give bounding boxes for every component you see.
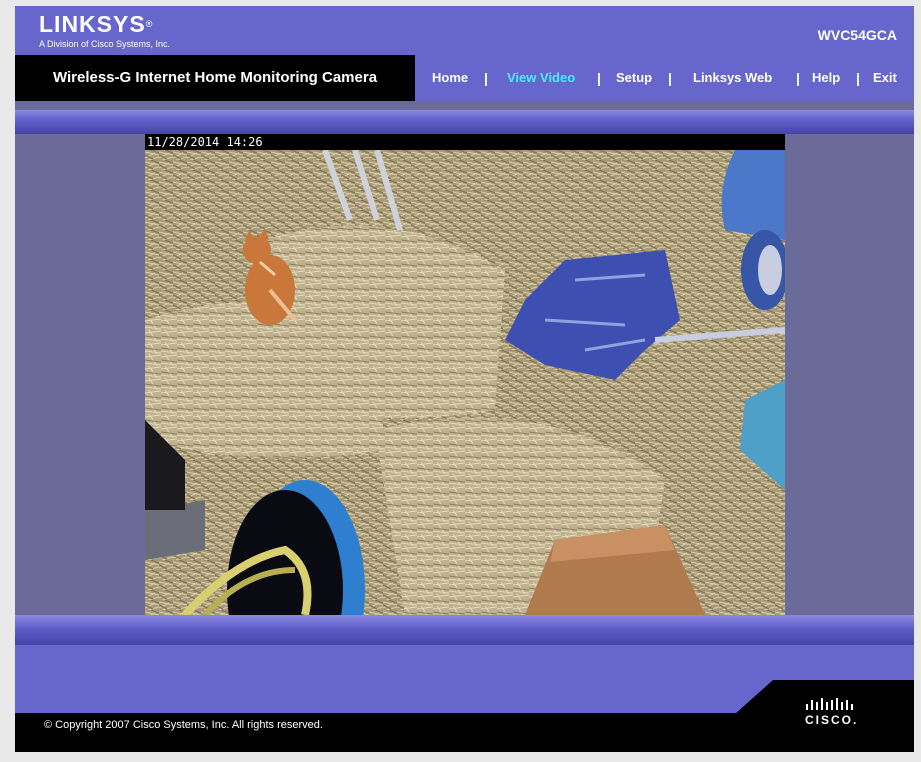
nav-view-video[interactable]: View Video xyxy=(507,55,575,101)
registered-mark: ® xyxy=(145,19,154,29)
video-viewer[interactable]: 11/28/2014 14:26 xyxy=(145,134,785,615)
bottom-divider-bar xyxy=(15,615,914,645)
nav-separator: | xyxy=(796,70,800,86)
camera-feed-image xyxy=(145,150,785,615)
linksys-logo: LINKSYS® xyxy=(39,13,153,36)
video-timestamp: 11/28/2014 14:26 xyxy=(145,134,785,150)
nav-setup[interactable]: Setup xyxy=(616,55,652,101)
brand-name: LINKSYS xyxy=(39,11,146,37)
nav-linksys-web[interactable]: Linksys Web xyxy=(693,55,772,101)
copyright-text: © Copyright 2007 Cisco Systems, Inc. All… xyxy=(44,719,323,731)
nav-separator: | xyxy=(597,70,601,86)
nav-separator: | xyxy=(484,70,488,86)
brand-tagline: A Division of Cisco Systems, Inc. xyxy=(39,39,171,49)
main-nav: Home | View Video | Setup | Linksys Web … xyxy=(415,55,914,101)
cisco-wordmark: CISCO. xyxy=(805,713,859,727)
nav-help[interactable]: Help xyxy=(812,55,840,101)
product-title: Wireless-G Internet Home Monitoring Came… xyxy=(15,55,415,101)
top-divider-bar xyxy=(15,110,914,134)
page-frame: LINKSYS® A Division of Cisco Systems, In… xyxy=(15,6,914,752)
header: LINKSYS® A Division of Cisco Systems, In… xyxy=(15,6,914,55)
nav-separator: | xyxy=(668,70,672,86)
nav-home[interactable]: Home xyxy=(432,55,468,101)
nav-separator: | xyxy=(856,70,860,86)
model-number: WVC54GCA xyxy=(817,27,897,43)
nav-exit[interactable]: Exit xyxy=(873,55,897,101)
